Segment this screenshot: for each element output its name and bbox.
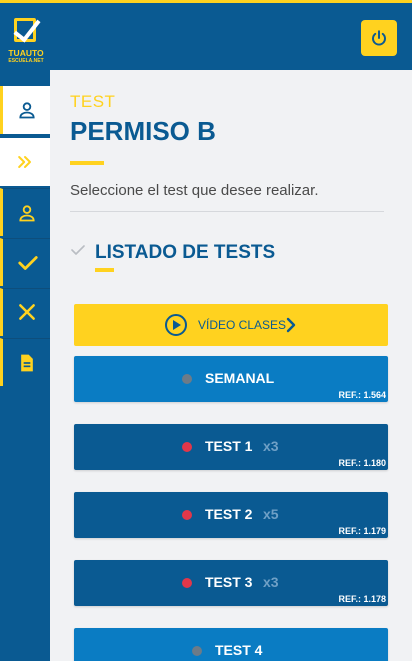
- sidebar-item-user[interactable]: [0, 188, 50, 236]
- double-chevron-right-icon: [18, 156, 31, 168]
- title-underline: [70, 161, 104, 165]
- user-icon: [19, 205, 35, 222]
- logo-domain: ESCUELA.NET: [8, 58, 44, 64]
- test-button-test-2[interactable]: TEST 2 x5 REF.: 1.179: [74, 492, 388, 538]
- user-icon: [19, 102, 35, 119]
- test-label: TEST 3: [205, 574, 253, 590]
- test-ref: REF.: 1.179: [338, 526, 386, 536]
- sidebar-item-profile[interactable]: [0, 86, 50, 134]
- page-title: PERMISO B: [70, 116, 216, 146]
- test-ref: REF.: 1.564: [338, 390, 386, 400]
- status-dot: [192, 646, 202, 656]
- test-label: TEST 4: [215, 642, 263, 658]
- list-title: LISTADO DE TESTS: [95, 242, 276, 263]
- test-attempts-count: x3: [263, 574, 279, 590]
- sidebar-item-passed[interactable]: [0, 238, 50, 286]
- logo-name: TUAUTO: [8, 48, 44, 58]
- sidebar-toggle[interactable]: [0, 138, 50, 186]
- status-dot: [182, 510, 192, 520]
- power-icon: [372, 30, 386, 46]
- video-classes-button[interactable]: VÍDEO CLASES: [74, 304, 388, 346]
- chevron-right-icon: [286, 317, 296, 333]
- sidebar-item-documents[interactable]: [0, 338, 50, 386]
- video-classes-label: VÍDEO CLASES: [198, 318, 287, 332]
- status-dot: [182, 442, 192, 452]
- top-bar: TUAUTO ESCUELA.NET: [0, 0, 412, 70]
- status-dot: [182, 578, 192, 588]
- test-button-semanal[interactable]: SEMANAL REF.: 1.564: [74, 356, 388, 402]
- play-icon: [165, 314, 187, 336]
- document-icon: [21, 354, 33, 372]
- close-icon: [19, 304, 35, 320]
- test-label: TEST 2: [205, 506, 253, 522]
- divider: [70, 211, 384, 212]
- test-ref: REF.: 1.180: [338, 458, 386, 468]
- page-subtitle: TEST: [70, 92, 116, 111]
- logout-button[interactable]: [361, 20, 397, 56]
- sidebar: [0, 70, 50, 661]
- test-label: SEMANAL: [205, 370, 275, 386]
- check-icon: [18, 256, 38, 270]
- sidebar-item-failed[interactable]: [0, 288, 50, 336]
- main-content: TEST PERMISO B Seleccione el test que de…: [50, 70, 412, 661]
- instruction-text: Seleccione el test que desee realizar.: [70, 182, 319, 199]
- test-label: TEST 1: [205, 438, 253, 454]
- test-attempts-count: x5: [263, 506, 279, 522]
- test-button-test-3[interactable]: TEST 3 x3 REF.: 1.178: [74, 560, 388, 606]
- status-dot: [182, 374, 192, 384]
- check-icon: [71, 245, 85, 255]
- test-ref: REF.: 1.178: [338, 594, 386, 604]
- list-title-underline: [95, 268, 114, 272]
- brand-logo[interactable]: TUAUTO ESCUELA.NET: [4, 13, 48, 65]
- test-attempts-count: x3: [263, 438, 279, 454]
- test-button-test-1[interactable]: TEST 1 x3 REF.: 1.180: [74, 424, 388, 470]
- test-button-test-4[interactable]: TEST 4: [74, 628, 388, 661]
